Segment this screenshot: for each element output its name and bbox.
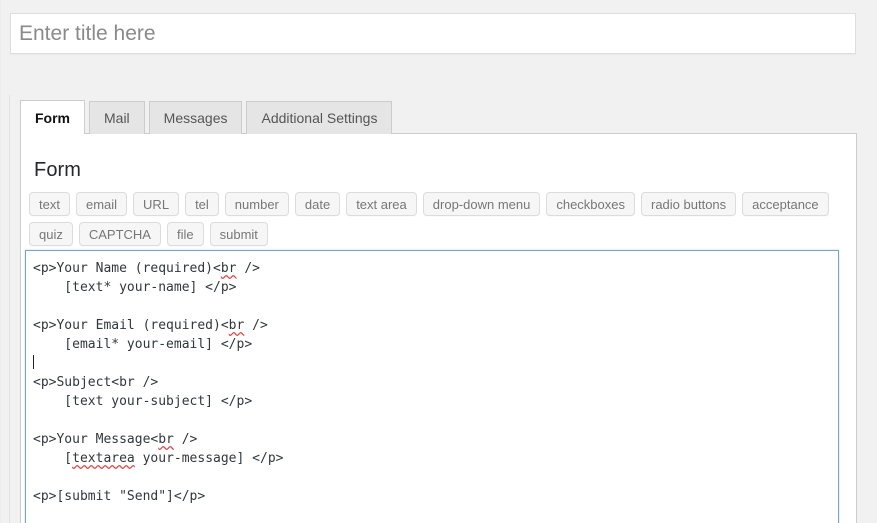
text-caret xyxy=(33,355,34,369)
tag-button-email[interactable]: email xyxy=(75,192,128,216)
tag-button-quiz[interactable]: quiz xyxy=(29,222,73,246)
form-body-editor[interactable]: <p>Your Name (required)<br /> [text* you… xyxy=(25,250,839,523)
tab-label: Mail xyxy=(104,110,130,126)
tab-form[interactable]: Form xyxy=(20,100,85,135)
tab-mail[interactable]: Mail xyxy=(89,101,145,134)
tag-button-captcha[interactable]: CAPTCHA xyxy=(78,222,161,246)
tab-label: Additional Settings xyxy=(261,110,378,126)
panel-heading: Form xyxy=(34,159,82,181)
tag-button-text-area[interactable]: text area xyxy=(346,192,417,216)
tag-button-submit[interactable]: submit xyxy=(209,222,268,246)
tab-label: Form xyxy=(35,109,70,126)
form-body-code[interactable]: <p>Your Name (required)<br /> [text* you… xyxy=(33,259,283,506)
tab-messages[interactable]: Messages xyxy=(148,101,243,134)
tag-button-drop-down-menu[interactable]: drop-down menu xyxy=(422,192,541,216)
post-title-input[interactable] xyxy=(10,13,856,54)
form-panel: Form text email URL tel number date text area d… xyxy=(20,133,857,523)
tag-button-tel[interactable]: tel xyxy=(185,192,219,216)
page-left-edge-rule xyxy=(0,0,1,523)
tag-button-acceptance[interactable]: acceptance xyxy=(742,192,829,216)
editor-tab-bar: Form Mail Messages Additional Settings xyxy=(20,100,396,135)
title-field-shadow xyxy=(10,54,856,56)
form-body-editor-wrapper: <p>Your Name (required)<br /> [text* you… xyxy=(25,250,839,523)
tag-button-date[interactable]: date xyxy=(294,192,341,216)
tab-label: Messages xyxy=(163,110,228,126)
tag-button-checkboxes[interactable]: checkboxes xyxy=(546,192,635,216)
content-left-rule xyxy=(9,95,10,523)
form-editor-screen: Form Mail Messages Additional Settings Form… xyxy=(0,0,877,523)
tag-generator-button-group: text email URL tel number date text area drop-d… xyxy=(29,192,849,246)
tag-button-text[interactable]: text xyxy=(29,192,70,216)
post-title-field-wrapper xyxy=(10,13,856,56)
tag-button-radio-buttons[interactable]: radio buttons xyxy=(641,192,737,216)
tag-button-number[interactable]: number xyxy=(224,192,289,216)
tag-button-url[interactable]: URL xyxy=(133,192,180,216)
tag-button-file[interactable]: file xyxy=(166,222,204,246)
tab-additional-settings[interactable]: Additional Settings xyxy=(246,101,393,134)
